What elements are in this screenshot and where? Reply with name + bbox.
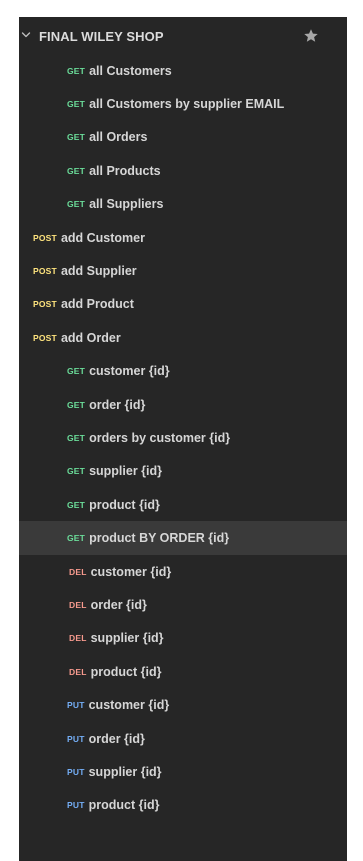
request-name: customer {id}	[88, 698, 170, 713]
method-badge: GET	[67, 499, 86, 510]
method-badge: GET	[67, 132, 86, 143]
request-item[interactable]: POST add Customer	[19, 221, 347, 254]
star-icon[interactable]	[303, 28, 319, 44]
request-name: all Suppliers	[89, 197, 164, 212]
request-item[interactable]: GET order {id}	[19, 388, 347, 421]
method-badge: DEL	[69, 599, 87, 610]
method-badge: GET	[67, 399, 86, 410]
method-badge: PUT	[67, 766, 85, 777]
request-item[interactable]: PUT order {id}	[19, 722, 347, 755]
request-name: customer {id}	[89, 364, 170, 379]
method-badge: GET	[67, 199, 86, 210]
method-badge: GET	[67, 165, 86, 176]
request-name: customer {id}	[90, 564, 172, 579]
request-name: all Customers by supplier EMAIL	[89, 97, 285, 112]
request-item[interactable]: GET all Customers by supplier EMAIL	[19, 87, 347, 120]
request-name: product BY ORDER {id}	[89, 531, 230, 546]
method-badge: GET	[67, 466, 86, 477]
request-name: order {id}	[88, 731, 145, 746]
request-item[interactable]: POST add Product	[19, 288, 347, 321]
request-name: orders by customer {id}	[89, 430, 231, 445]
method-badge: DEL	[69, 633, 87, 644]
method-badge: POST	[33, 266, 57, 277]
method-badge: GET	[67, 366, 86, 377]
request-name: all Customers	[89, 63, 172, 78]
request-item[interactable]: DEL product {id}	[19, 655, 347, 688]
method-badge: PUT	[67, 800, 85, 811]
request-name: supplier {id}	[88, 764, 162, 779]
method-badge: DEL	[69, 666, 87, 677]
method-badge: POST	[33, 232, 57, 243]
request-name: add Product	[60, 297, 134, 312]
method-badge: GET	[67, 432, 86, 443]
request-name: add Supplier	[60, 264, 137, 279]
request-item[interactable]: GET product {id}	[19, 488, 347, 521]
request-name: order {id}	[89, 397, 146, 412]
request-name: all Products	[89, 163, 161, 178]
request-item[interactable]: PUT product {id}	[19, 789, 347, 822]
request-item[interactable]: POST add Supplier	[19, 254, 347, 287]
method-badge: PUT	[67, 700, 85, 711]
collection-sidebar: FINAL WILEY SHOP GET all Customers GET all …	[19, 17, 347, 861]
method-badge: PUT	[67, 733, 85, 744]
request-item[interactable]: GET customer {id}	[19, 355, 347, 388]
request-name: supplier {id}	[90, 631, 164, 646]
request-name: all Orders	[89, 130, 148, 145]
chevron-down-icon[interactable]	[21, 30, 31, 40]
request-item[interactable]: DEL customer {id}	[19, 555, 347, 588]
request-name: order {id}	[90, 597, 147, 612]
method-badge: POST	[33, 299, 57, 310]
method-badge: DEL	[69, 566, 87, 577]
method-badge: GET	[67, 99, 86, 110]
request-name: product {id}	[88, 798, 160, 813]
request-item[interactable]: GET product BY ORDER {id}	[19, 521, 347, 555]
request-name: product {id}	[89, 497, 160, 512]
request-name: add Customer	[60, 230, 145, 245]
request-item[interactable]: PUT supplier {id}	[19, 755, 347, 788]
method-badge: GET	[67, 533, 86, 544]
method-badge: POST	[33, 332, 57, 343]
collection-header[interactable]: FINAL WILEY SHOP	[19, 20, 347, 54]
request-name: add Order	[60, 330, 121, 345]
request-item[interactable]: POST add Order	[19, 321, 347, 354]
method-badge: GET	[67, 65, 86, 76]
request-item[interactable]: GET all Suppliers	[19, 188, 347, 221]
request-item[interactable]: DEL order {id}	[19, 588, 347, 621]
request-item[interactable]: GET orders by customer {id}	[19, 421, 347, 454]
request-item[interactable]: GET all Customers	[19, 54, 347, 87]
request-item[interactable]: GET all Orders	[19, 121, 347, 154]
request-name: supplier {id}	[89, 464, 163, 479]
request-item[interactable]: PUT customer {id}	[19, 688, 347, 721]
request-name: product {id}	[90, 664, 162, 679]
request-list: GET all Customers GET all Customers by supp…	[19, 54, 347, 822]
collection-title: FINAL WILEY SHOP	[39, 29, 164, 44]
request-item[interactable]: GET supplier {id}	[19, 455, 347, 488]
request-item[interactable]: DEL supplier {id}	[19, 622, 347, 655]
request-item[interactable]: GET all Products	[19, 154, 347, 187]
